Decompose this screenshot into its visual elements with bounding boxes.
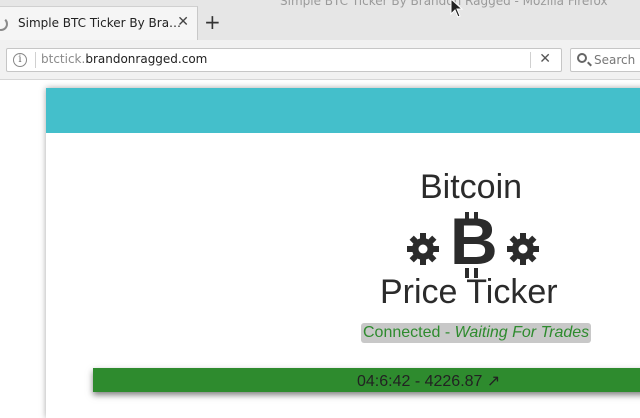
search-icon [577, 53, 587, 63]
trade-entry: 04:6:42 - 4226.87 ↗ [357, 373, 501, 390]
url-bar[interactable]: i btctick.brandonragged.com ✕ [6, 48, 562, 72]
page-content [0, 80, 640, 418]
search-input[interactable]: Search [594, 53, 635, 67]
tab-strip: Simple BTC Ticker By Brandon Ragged - Mo… [0, 0, 640, 40]
site-info-icon[interactable]: i [13, 53, 27, 67]
new-tab-button[interactable]: + [204, 12, 221, 32]
trade-bar: 04:6:42 - 4226.87 ↗ [93, 368, 640, 392]
tab-title: Simple BTC Ticker By Bra… [18, 16, 182, 30]
gear-icon-left [407, 233, 439, 265]
url-divider [35, 52, 36, 68]
page-title-bitcoin: Bitcoin [420, 168, 523, 206]
status-prefix: Connected - [363, 324, 455, 341]
navigation-bar: i btctick.brandonragged.com ✕ Search [0, 40, 640, 80]
url-separator [530, 52, 531, 68]
page-title-price-ticker: Price Ticker [380, 273, 558, 311]
bitcoin-logo: B [404, 206, 544, 278]
loading-spinner-icon [0, 17, 8, 31]
status-state: Waiting For Trades [454, 324, 590, 341]
card-header [46, 88, 640, 133]
connection-status: Connected - Waiting For Trades [361, 323, 592, 343]
clear-url-icon[interactable]: ✕ [539, 51, 551, 67]
gear-icon-right [507, 233, 539, 265]
search-box[interactable]: Search [570, 48, 640, 72]
tab-active[interactable]: Simple BTC Ticker By Bra… ✕ [0, 6, 198, 40]
url-text[interactable]: btctick.brandonragged.com [41, 52, 207, 66]
url-domain: brandonragged.com [85, 52, 208, 66]
url-prefix: btctick. [41, 52, 86, 66]
close-tab-icon[interactable]: ✕ [177, 14, 189, 30]
bitcoin-symbol-bars [465, 212, 478, 278]
